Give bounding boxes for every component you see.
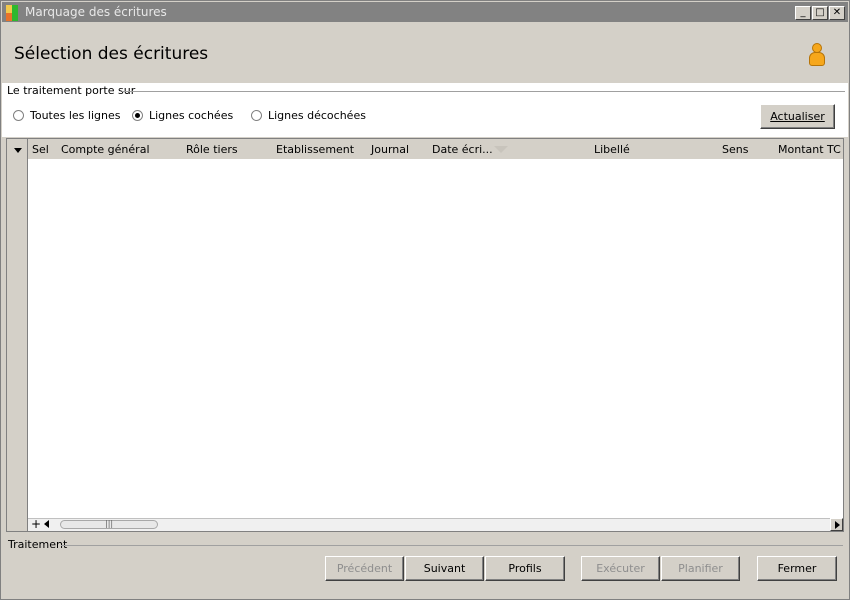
column-header-role-tiers[interactable]: Rôle tiers	[186, 143, 238, 156]
filter-panel: Le traitement porte sur Toutes les ligne…	[2, 83, 848, 137]
person-icon[interactable]	[808, 43, 825, 66]
column-header-libelle[interactable]: Libellé	[594, 143, 630, 156]
grid-row-gutter	[7, 139, 28, 531]
execute-button[interactable]: Exécuter	[581, 556, 660, 581]
title-bar[interactable]: Marquage des écritures _ □ ✕	[2, 2, 848, 22]
radio-checked-lines[interactable]: Lignes cochées	[132, 109, 233, 122]
grid-header: Sel Compte général Rôle tiers Etablissem…	[28, 139, 843, 159]
radio-unchecked-lines[interactable]: Lignes décochées	[251, 109, 366, 122]
page-title: Sélection des écritures	[14, 44, 209, 64]
schedule-button[interactable]: Planifier	[661, 556, 740, 581]
scroll-right-button[interactable]	[830, 518, 843, 531]
column-header-etablissement[interactable]: Etablissement	[276, 143, 354, 156]
filter-group-label: Le traitement porte sur	[7, 84, 139, 97]
minimize-button[interactable]: _	[795, 6, 811, 20]
scroll-grip-icon: |||	[105, 519, 114, 528]
footer-group-divider	[61, 545, 843, 546]
column-header-sens[interactable]: Sens	[722, 143, 748, 156]
add-row-icon[interactable]: +	[31, 517, 41, 531]
column-header-sel[interactable]: Sel	[32, 143, 49, 156]
radio-unchecked-lines-indicator[interactable]	[251, 110, 262, 121]
radio-all-lines-indicator[interactable]	[13, 110, 24, 121]
main-window: Marquage des écritures _ □ ✕ Sélection d…	[0, 0, 850, 600]
column-chooser-icon[interactable]	[14, 148, 22, 153]
scroll-left-icon[interactable]	[44, 520, 49, 528]
scroll-right-icon	[835, 521, 840, 529]
maximize-button[interactable]: □	[812, 6, 828, 20]
radio-checked-lines-indicator[interactable]	[132, 110, 143, 121]
radio-checked-lines-label: Lignes cochées	[149, 109, 234, 122]
sort-descending-icon	[494, 146, 508, 153]
window-title: Marquage des écritures	[25, 5, 167, 19]
close-window-button[interactable]: Fermer	[757, 556, 837, 581]
column-header-date-ecriture[interactable]: Date écri...	[432, 143, 493, 156]
radio-all-lines[interactable]: Toutes les lignes	[13, 109, 120, 122]
radio-all-lines-label: Toutes les lignes	[30, 109, 121, 122]
horizontal-scrollbar[interactable]: + |||	[28, 517, 843, 531]
refresh-button[interactable]: Actualiser	[760, 104, 835, 129]
app-icon	[6, 5, 22, 21]
profiles-button[interactable]: Profils	[485, 556, 565, 581]
entries-grid[interactable]: Sel Compte général Rôle tiers Etablissem…	[6, 138, 844, 532]
next-button[interactable]: Suivant	[405, 556, 484, 581]
close-button[interactable]: ✕	[829, 6, 845, 20]
column-header-montant-tc[interactable]: Montant TC	[778, 143, 841, 156]
page-header: Sélection des écritures	[2, 23, 848, 83]
previous-button[interactable]: Précédent	[325, 556, 404, 581]
column-header-journal[interactable]: Journal	[371, 143, 409, 156]
radio-unchecked-lines-label: Lignes décochées	[268, 109, 366, 122]
scroll-thumb[interactable]: |||	[60, 519, 158, 529]
filter-group-divider	[122, 91, 845, 92]
column-header-compte-general[interactable]: Compte général	[61, 143, 150, 156]
